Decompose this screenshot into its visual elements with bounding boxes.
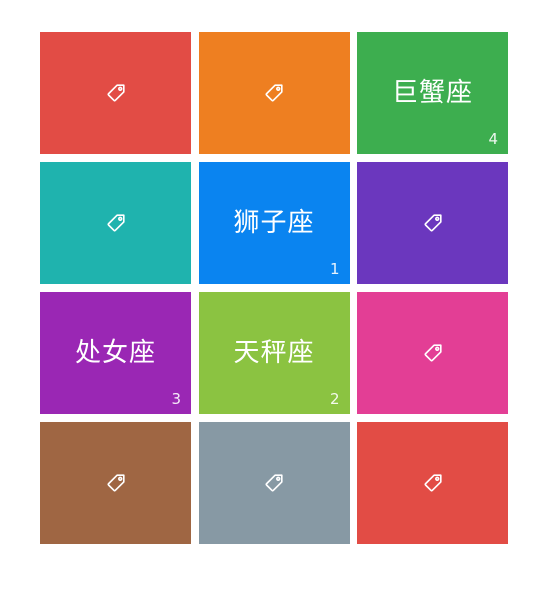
tile-cancer[interactable]: 巨蟹座 4 — [357, 32, 508, 154]
tag-icon — [105, 212, 127, 234]
tile-count: 4 — [488, 130, 498, 148]
tile-10[interactable] — [40, 422, 191, 544]
tile-2[interactable] — [198, 32, 350, 154]
tile-libra[interactable]: 天秤座 2 — [198, 292, 350, 414]
tag-icon — [422, 472, 444, 494]
tile-1[interactable] — [40, 32, 191, 154]
tile-leo[interactable]: 狮子座 1 — [198, 162, 350, 284]
tag-icon — [105, 82, 127, 104]
tile-12[interactable] — [357, 422, 508, 544]
tag-icon — [263, 472, 285, 494]
tag-icon — [105, 472, 127, 494]
tile-label: 巨蟹座 — [391, 78, 473, 108]
tile-count: 3 — [171, 390, 181, 408]
tile-11[interactable] — [198, 422, 350, 544]
tag-icon — [422, 212, 444, 234]
tile-label: 处女座 — [74, 338, 156, 368]
tile-virgo[interactable]: 处女座 3 — [40, 292, 191, 414]
tile-count: 2 — [329, 390, 340, 408]
tile-4[interactable] — [40, 162, 191, 284]
tile-label: 狮子座 — [233, 208, 315, 238]
tile-count: 1 — [329, 260, 340, 278]
zodiac-tile-grid: 巨蟹座 4 狮子座 1 处女座 3 天秤座 2 — [40, 32, 508, 544]
tile-label: 天秤座 — [233, 338, 315, 368]
tile-6[interactable] — [357, 162, 508, 284]
tile-9[interactable] — [357, 292, 508, 414]
tag-icon — [263, 82, 285, 104]
tag-icon — [422, 342, 444, 364]
